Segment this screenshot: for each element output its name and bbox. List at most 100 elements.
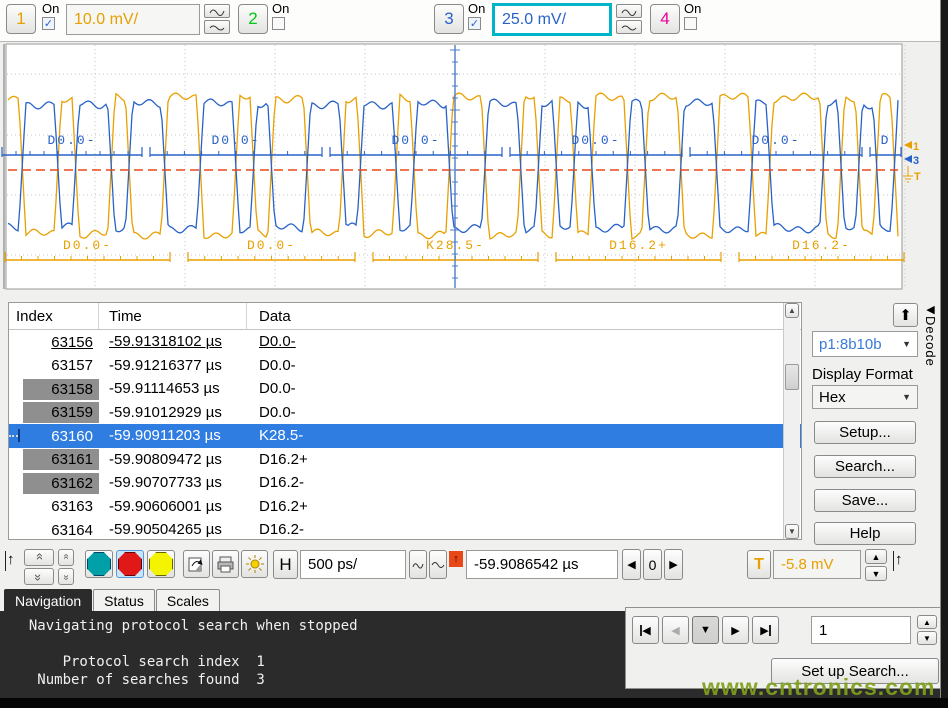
trigger-button[interactable]: T bbox=[747, 550, 771, 579]
cell-index[interactable]: 63163 bbox=[23, 496, 99, 517]
table-row[interactable]: 63160-59.90911203 µsK28.5- bbox=[9, 424, 801, 448]
timebase-field[interactable]: 500 ps/ bbox=[300, 550, 406, 579]
cell-data[interactable]: D0.0- bbox=[247, 333, 801, 350]
table-row[interactable]: 63162-59.90707733 µsD16.2- bbox=[9, 471, 801, 495]
search-button[interactable]: Search... bbox=[814, 455, 916, 478]
cell-data[interactable]: K28.5- bbox=[247, 427, 801, 444]
table-row[interactable]: 63158-59.91114653 µsD0.0- bbox=[9, 377, 801, 401]
cell-data[interactable]: D16.2- bbox=[247, 474, 801, 491]
horizontal-button[interactable]: H bbox=[273, 550, 298, 579]
table-scrollbar[interactable]: ▲ ▼ bbox=[783, 303, 800, 539]
channel-4-on-checkbox[interactable] bbox=[684, 17, 697, 30]
nav-next-button[interactable]: ▶ bbox=[722, 616, 749, 644]
channel-3-button[interactable]: 3 bbox=[434, 4, 464, 34]
cell-time[interactable]: -59.90606001 µs bbox=[99, 498, 247, 515]
fine-up-button[interactable]: » bbox=[58, 549, 74, 566]
pan-up-button[interactable]: » bbox=[24, 549, 54, 566]
stop-button[interactable] bbox=[116, 550, 144, 578]
scale-down-icon[interactable] bbox=[616, 20, 642, 34]
cell-index[interactable]: 63162 bbox=[23, 473, 99, 494]
timebase-zoom-in-button[interactable] bbox=[409, 550, 427, 579]
decode-side-tab[interactable]: ◀ Decode bbox=[923, 303, 938, 367]
cell-index[interactable]: 63157 bbox=[23, 355, 99, 376]
save-button[interactable]: Save... bbox=[814, 489, 916, 512]
table-row[interactable]: 63156-59.91318102 µsD0.0- bbox=[9, 330, 801, 354]
cell-data[interactable]: D16.2- bbox=[247, 521, 801, 538]
nav-down-button[interactable]: ▼ bbox=[692, 616, 719, 644]
table-row[interactable]: 63161-59.90809472 µsD16.2+ bbox=[9, 448, 801, 472]
cell-data[interactable]: D16.2+ bbox=[247, 498, 801, 515]
chevron-down-icon: ▼ bbox=[902, 339, 911, 349]
protocol-dropdown[interactable]: p1:8b10b▼ bbox=[812, 331, 918, 357]
channel-3-on-checkbox[interactable]: ✓ bbox=[468, 17, 481, 30]
tab-navigation[interactable]: Navigation bbox=[4, 589, 92, 611]
tab-status[interactable]: Status bbox=[93, 589, 155, 611]
cell-time[interactable]: -59.90707733 µs bbox=[99, 474, 247, 491]
run-button[interactable] bbox=[85, 550, 113, 578]
channel-1-on-checkbox[interactable]: ✓ bbox=[42, 17, 55, 30]
single-button[interactable] bbox=[147, 550, 175, 578]
spinner-up-button[interactable]: ▲ bbox=[917, 615, 937, 629]
table-row[interactable]: 63159-59.91012929 µsD0.0- bbox=[9, 401, 801, 425]
nav-prev-button[interactable]: ◀ bbox=[662, 616, 689, 644]
channel-2-button[interactable]: 2 bbox=[238, 4, 268, 34]
scale-up-icon[interactable] bbox=[616, 4, 642, 18]
cell-time[interactable]: -59.91114653 µs bbox=[99, 380, 247, 397]
table-row[interactable]: 63163-59.90606001 µsD16.2+ bbox=[9, 495, 801, 519]
cell-index[interactable]: 63160 bbox=[23, 426, 99, 447]
cell-index[interactable]: 63158 bbox=[23, 379, 99, 400]
cell-data[interactable]: D0.0- bbox=[247, 357, 801, 374]
table-row[interactable]: 63164-59.90504265 µsD16.2- bbox=[9, 518, 801, 542]
cell-time[interactable]: -59.91216377 µs bbox=[99, 357, 247, 374]
table-row[interactable]: 63157-59.91216377 µsD0.0- bbox=[9, 354, 801, 378]
tab-scales[interactable]: Scales bbox=[156, 589, 220, 611]
scrollbar-up-icon[interactable]: ▲ bbox=[785, 303, 799, 318]
export-button[interactable] bbox=[183, 550, 210, 578]
channel-3-scale-field[interactable]: 25.0 mV/ bbox=[492, 3, 612, 36]
nav-first-button[interactable]: ◀ bbox=[632, 616, 659, 644]
timebase-zoom-out-button[interactable] bbox=[429, 550, 447, 579]
print-button[interactable] bbox=[212, 550, 239, 578]
pan-down-button[interactable]: » bbox=[24, 568, 54, 585]
cell-time[interactable]: -59.90809472 µs bbox=[99, 451, 247, 468]
cell-time[interactable]: -59.91318102 µs bbox=[99, 333, 247, 350]
level-up-button[interactable]: ▲ bbox=[865, 549, 887, 564]
collapse-up-button[interactable]: ⬆ bbox=[893, 303, 918, 327]
brightness-button[interactable] bbox=[241, 550, 268, 578]
cell-time[interactable]: -59.91012929 µs bbox=[99, 404, 247, 421]
channel-1-button[interactable]: 1 bbox=[6, 4, 36, 34]
scrollbar-down-icon[interactable]: ▼ bbox=[785, 524, 799, 539]
spinner-down-button[interactable]: ▼ bbox=[917, 631, 937, 645]
cell-index[interactable]: 63159 bbox=[23, 402, 99, 423]
column-header-data[interactable]: Data bbox=[247, 303, 801, 329]
cell-data[interactable]: D0.0- bbox=[247, 380, 801, 397]
column-header-index[interactable]: Index bbox=[9, 303, 99, 329]
channel-1-scale-field[interactable]: 10.0 mV/ bbox=[66, 4, 200, 35]
delay-field[interactable]: -59.9086542 µs bbox=[466, 550, 618, 579]
cell-data[interactable]: D16.2+ bbox=[247, 451, 801, 468]
setup-button[interactable]: Setup... bbox=[814, 421, 916, 444]
delay-zero-button[interactable]: 0 bbox=[643, 549, 662, 580]
fine-down-button[interactable]: » bbox=[58, 568, 74, 585]
scrollbar-thumb[interactable] bbox=[785, 364, 799, 390]
column-header-time[interactable]: Time bbox=[99, 303, 247, 329]
bottom-tabs: Navigation Status Scales bbox=[4, 589, 220, 611]
cell-time[interactable]: -59.90911203 µs bbox=[99, 427, 247, 444]
cell-index[interactable]: 63164 bbox=[23, 520, 99, 541]
cell-data[interactable]: D0.0- bbox=[247, 404, 801, 421]
nav-last-button[interactable]: ▶ bbox=[752, 616, 779, 644]
scale-down-icon[interactable] bbox=[204, 20, 230, 34]
cell-index[interactable]: 63161 bbox=[23, 449, 99, 470]
search-index-input[interactable]: 1 bbox=[811, 616, 911, 644]
cell-time[interactable]: -59.90504265 µs bbox=[99, 521, 247, 538]
channel-4-button[interactable]: 4 bbox=[650, 4, 680, 34]
level-down-button[interactable]: ▼ bbox=[865, 566, 887, 581]
display-format-dropdown[interactable]: Hex▼ bbox=[812, 385, 918, 409]
delay-right-button[interactable]: ▶ bbox=[664, 549, 683, 580]
trigger-level-field[interactable]: -5.8 mV bbox=[773, 550, 861, 579]
delay-left-button[interactable]: ◀ bbox=[622, 549, 641, 580]
channel-2-on-checkbox[interactable] bbox=[272, 17, 285, 30]
cell-index[interactable]: 63156 bbox=[23, 332, 99, 353]
help-button[interactable]: Help bbox=[814, 522, 916, 545]
scale-up-icon[interactable] bbox=[204, 4, 230, 18]
